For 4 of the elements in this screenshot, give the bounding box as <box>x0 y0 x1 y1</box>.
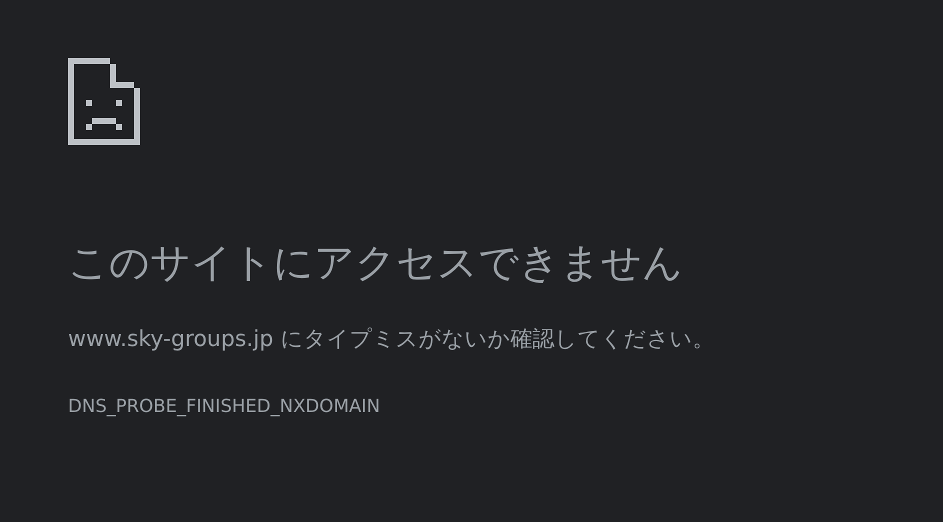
error-code: DNS_PROBE_FINISHED_NXDOMAIN <box>68 395 382 419</box>
error-title: このサイトにアクセスできません <box>68 239 684 288</box>
error-message: www.sky-groups.jp にタイプミスがないか確認してください。 <box>68 326 716 354</box>
sad-document-icon <box>68 58 140 145</box>
